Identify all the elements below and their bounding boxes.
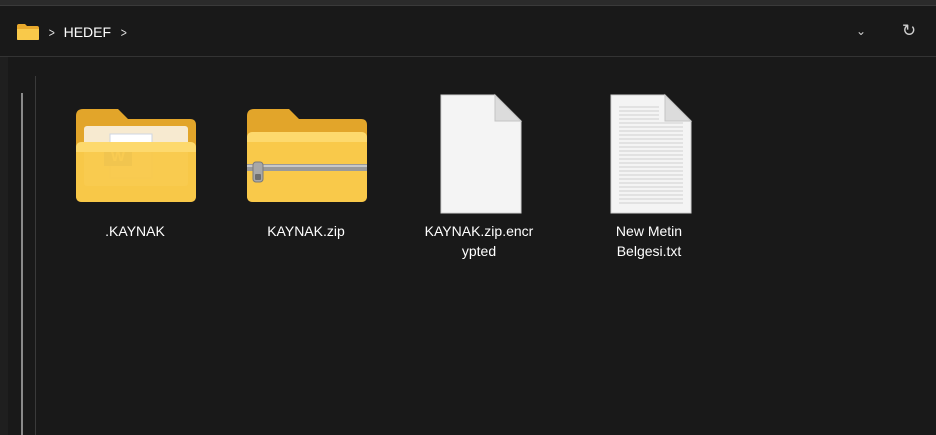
- refresh-icon[interactable]: ↻: [898, 20, 920, 42]
- navigation-pane-edge: [0, 57, 8, 435]
- file-name: KAYNAK.zip.encr ypted: [424, 223, 534, 259]
- breadcrumb: > HEDEF >: [16, 21, 136, 43]
- text-file-icon: [610, 93, 693, 214]
- file-name: .KAYNAK: [105, 223, 165, 239]
- file-item[interactable]: KAYNAK.zip: [236, 89, 376, 241]
- file-item[interactable]: New Metin Belgesi.txt: [579, 89, 719, 261]
- chevron-right-icon[interactable]: >: [49, 25, 55, 40]
- address-bar[interactable]: > HEDEF > ⌄ ↻: [0, 5, 936, 57]
- file-name: New Metin Belgesi.txt: [615, 223, 683, 259]
- file-explorer-window: > HEDEF > ⌄ ↻ W .KAYNAK: [0, 0, 936, 435]
- breadcrumb-item-hedef[interactable]: HEDEF: [64, 24, 111, 40]
- file-item[interactable]: W .KAYNAK: [65, 89, 205, 241]
- file-name: KAYNAK.zip: [267, 223, 345, 239]
- folder-icon[interactable]: [16, 23, 40, 41]
- chevron-right-icon[interactable]: >: [121, 25, 127, 40]
- file-item[interactable]: KAYNAK.zip.encr ypted: [409, 89, 549, 261]
- chevron-down-icon[interactable]: ⌄: [852, 22, 870, 40]
- file-icon: [440, 93, 523, 214]
- folder-icon: W: [76, 109, 196, 202]
- file-list: W .KAYNAK KAYNAK.zip: [36, 57, 936, 435]
- scrollbar[interactable]: [21, 93, 23, 435]
- zip-folder-icon: [247, 109, 367, 202]
